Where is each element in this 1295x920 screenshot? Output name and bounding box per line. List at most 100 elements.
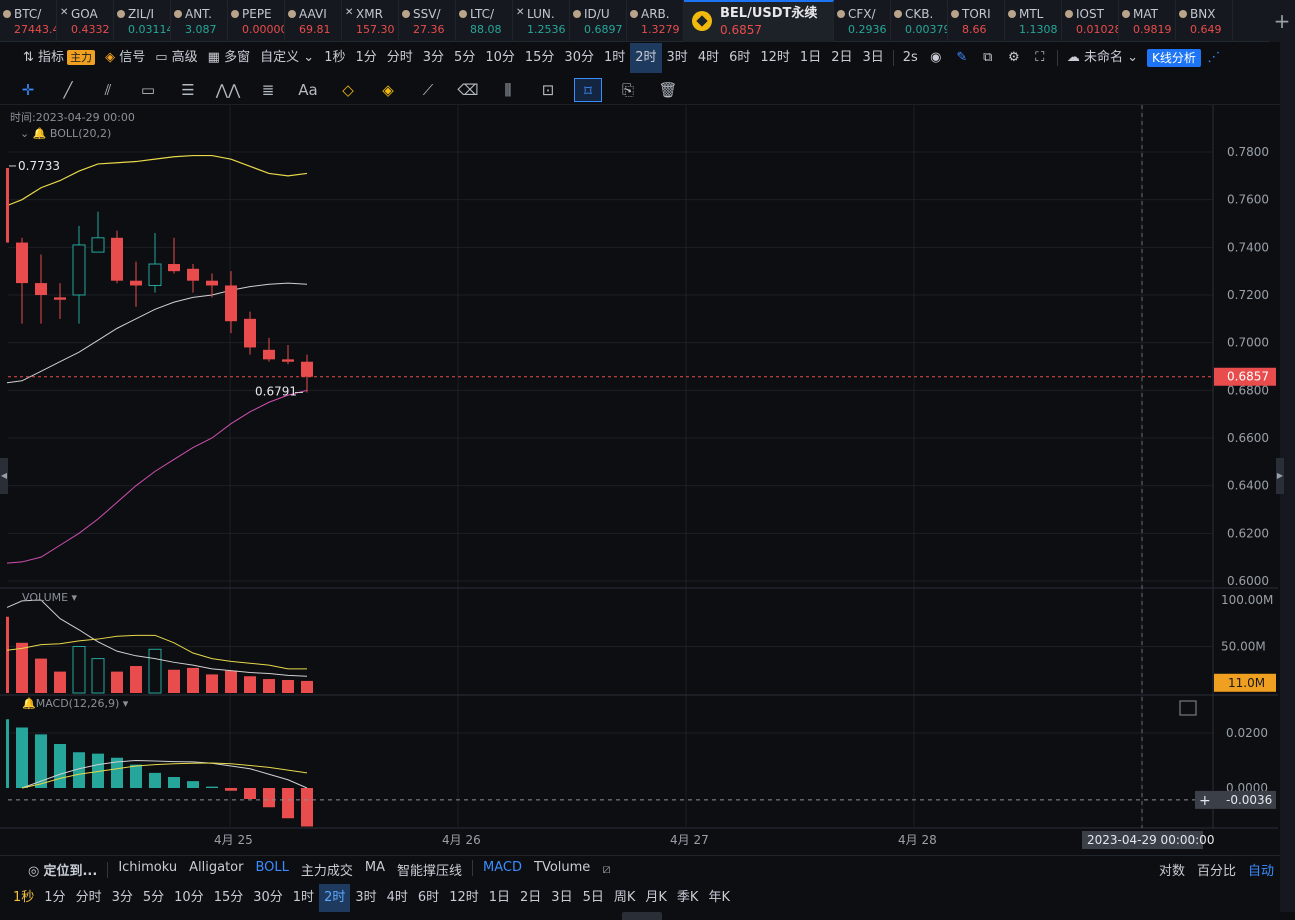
ticker-tab[interactable]: MAT 0.9819 <box>1119 0 1176 42</box>
bottom-timeframe[interactable]: 10分 <box>169 884 209 912</box>
candle[interactable] <box>54 283 66 319</box>
bottom-timeframe[interactable]: 季K <box>672 884 704 912</box>
macd-legend[interactable]: 🔔MACD(12,26,9) ▾ <box>22 697 128 710</box>
maximize-panel-icon[interactable] <box>1179 700 1197 716</box>
bottom-timeframe[interactable]: 2日 <box>515 884 546 912</box>
timeframe-13[interactable]: 12时 <box>755 43 795 73</box>
bottom-timeframe[interactable]: 5日 <box>578 884 609 912</box>
ticker-tab[interactable]: BTC/27443.4 <box>0 0 57 42</box>
timeframe-16[interactable]: 3日 <box>857 43 888 73</box>
bottom-timeframe[interactable]: 年K <box>703 884 735 912</box>
bottom-timeframe[interactable]: 6时 <box>413 884 444 912</box>
ticker-tab[interactable]: BNX 0.649 <box>1176 0 1233 42</box>
wave-pattern-icon[interactable]: ⋀⋀ <box>214 78 242 102</box>
bottom-timeframe[interactable]: 1分 <box>39 884 70 912</box>
ticker-tab[interactable]: ID/U 0.6897 <box>570 0 627 42</box>
custom-dropdown[interactable]: 自定义 ⌄ <box>255 43 319 73</box>
bottom-timeframe[interactable]: 5分 <box>138 884 169 912</box>
trash-icon[interactable]: 🗑 <box>654 78 682 102</box>
bottom-timeframe[interactable]: 3分 <box>107 884 138 912</box>
timeframe-1[interactable]: 1分 <box>350 43 381 73</box>
main-force-badge[interactable]: 主力 <box>67 50 96 65</box>
ticker-tab[interactable]: ✕ XMR 157.30 <box>342 0 399 42</box>
bottom-timeframe[interactable]: 2时 <box>319 884 351 912</box>
ticker-tab[interactable]: PEPE 0.00000 <box>228 0 285 42</box>
layout-name-dropdown[interactable]: ☁ 未命名 ⌄ <box>1062 43 1143 73</box>
timeframe-9[interactable]: 2时 <box>630 43 662 73</box>
timeframe-4[interactable]: 5分 <box>449 43 480 73</box>
ticker-tab[interactable]: MTL 1.1308 <box>1005 0 1062 42</box>
ticker-tab[interactable]: IOST 0.01028 <box>1062 0 1119 42</box>
timeframe-15[interactable]: 2日 <box>826 43 857 73</box>
locate-button[interactable]: ◎ 定位到... <box>22 860 103 879</box>
indicator-item[interactable]: MA <box>359 860 391 879</box>
bottom-timeframe[interactable]: 分时 <box>71 884 107 912</box>
edit-indicators-icon[interactable]: ⧄ <box>596 862 616 877</box>
candle-style-icon[interactable]: ⫼ <box>494 78 522 102</box>
ticker-tab[interactable]: LTC/88.08 <box>456 0 513 42</box>
candle[interactable] <box>72 225 86 324</box>
horizontal-lines-icon[interactable]: ☰ <box>174 78 202 102</box>
timeframe-10[interactable]: 3时 <box>662 43 693 73</box>
active-ticker-tab[interactable]: BEL/USDT永续 0.6857 <box>684 0 834 42</box>
ticker-tab[interactable]: SSV/27.36 <box>399 0 456 42</box>
timeframe-8[interactable]: 1时 <box>599 43 630 73</box>
bookmark-icon[interactable]: ⌑ <box>574 77 602 102</box>
bottom-timeframe[interactable]: 1日 <box>484 884 515 912</box>
ruler-icon[interactable]: ⟋ <box>414 78 442 102</box>
bottom-timeframe[interactable]: 12时 <box>444 884 484 912</box>
candle[interactable] <box>244 311 256 355</box>
fibonacci-icon[interactable]: ≣ <box>254 78 282 102</box>
timeframe-5[interactable]: 10分 <box>480 43 520 73</box>
edit-template-icon[interactable]: ⎘ <box>614 78 642 102</box>
ticker-tab[interactable]: ✕ GOA 0.4332 <box>57 0 114 42</box>
boll-legend[interactable]: ⌄ 🔔 BOLL(20,2) <box>20 127 111 140</box>
indicator-item[interactable]: BOLL <box>249 860 294 879</box>
indicator-item[interactable]: TVolume <box>528 860 596 879</box>
candle[interactable] <box>16 237 28 324</box>
candle[interactable] <box>111 230 123 284</box>
bottom-timeframe[interactable]: 30分 <box>248 884 288 912</box>
refresh-interval[interactable]: 2s <box>898 43 923 73</box>
bottom-timeframe[interactable]: 月K <box>640 884 672 912</box>
advanced-button[interactable]: ▭ 高级 <box>150 43 202 73</box>
timeframe-7[interactable]: 30分 <box>559 43 599 73</box>
timeframe-2[interactable]: 分时 <box>382 43 418 73</box>
trend-line-icon[interactable]: ╱ <box>54 78 82 102</box>
candle[interactable] <box>187 264 199 293</box>
indicator-item[interactable]: Alligator <box>183 860 249 879</box>
candle[interactable] <box>263 337 275 362</box>
bottom-timeframe[interactable]: 1时 <box>288 884 319 912</box>
bottom-timeframe[interactable]: 3时 <box>350 884 381 912</box>
right-collapse-tab[interactable]: ▶ <box>1276 458 1284 494</box>
bottom-timeframe[interactable]: 4时 <box>382 884 413 912</box>
scale-option[interactable]: 自动 <box>1242 860 1280 879</box>
timeframe-3[interactable]: 3分 <box>418 43 449 73</box>
candle[interactable] <box>130 261 142 307</box>
candle[interactable] <box>35 254 47 324</box>
candle[interactable] <box>225 271 237 334</box>
timeframe-11[interactable]: 4时 <box>693 43 724 73</box>
ticker-tab[interactable]: CKB. 0.00379 <box>891 0 948 42</box>
signal-button[interactable]: ◈ 信号 <box>100 43 150 73</box>
camera-icon[interactable]: ◉ <box>923 43 949 73</box>
rectangle-icon[interactable]: ▭ <box>134 78 162 102</box>
indicator-item[interactable]: 主力成交 <box>295 860 359 879</box>
scale-option[interactable]: 对数 <box>1153 860 1191 879</box>
candle[interactable] <box>91 211 105 253</box>
indicator-button[interactable]: ⇅ 指标 主力 <box>18 43 100 73</box>
left-collapse-tab[interactable]: ◀ <box>0 458 8 494</box>
ticker-tab[interactable]: ANT. 3.087 <box>171 0 228 42</box>
text-icon[interactable]: Aa <box>294 78 322 102</box>
indicator-item[interactable]: MACD <box>477 860 528 879</box>
gear-icon[interactable]: ⚙ <box>1001 43 1027 73</box>
eraser-icon[interactable]: ⌫ <box>454 78 482 102</box>
bottom-timeframe[interactable]: 15分 <box>209 884 249 912</box>
candle[interactable] <box>148 233 162 293</box>
bottom-timeframe[interactable]: 3日 <box>546 884 577 912</box>
indicator-item[interactable]: 智能撑压线 <box>391 860 468 879</box>
lock-icon[interactable]: ⊡ <box>534 78 562 102</box>
parallel-line-icon[interactable]: ⫽ <box>94 78 122 102</box>
bottom-timeframe[interactable]: 周K <box>609 884 641 912</box>
magnet-icon[interactable]: ◇ <box>334 78 362 102</box>
